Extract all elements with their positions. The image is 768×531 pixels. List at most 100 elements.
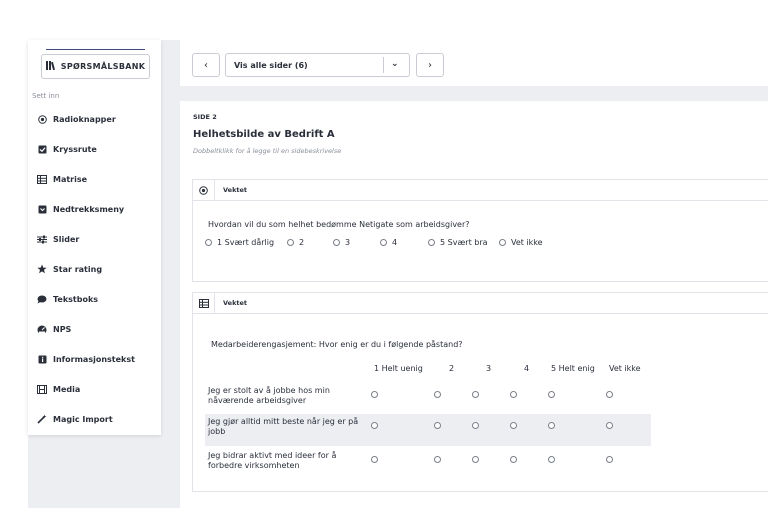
radio-button[interactable] [434, 422, 441, 429]
radio-button[interactable] [472, 391, 479, 398]
sidebar-item-kryssrute[interactable]: Kryssrute [37, 144, 97, 154]
checkbox-icon [37, 144, 47, 154]
slider-icon [37, 234, 47, 244]
radio-icon [193, 180, 215, 200]
option-2[interactable]: 2 [287, 238, 304, 247]
matrix-row-label: Jeg er stolt av å jobbe hos min nåværend… [208, 386, 330, 405]
page-number-label: SIDE 2 [193, 113, 217, 121]
matrix-column-header: 1 Helt uenig [374, 364, 423, 373]
radio-button[interactable] [606, 422, 613, 429]
sidebar-item-matrise[interactable]: Matrise [37, 174, 87, 184]
matrix-column-header: 3 [486, 364, 492, 373]
page-select[interactable]: Vis alle sider (6) ⌄ [225, 53, 410, 77]
option-5-svaert-bra[interactable]: 5 Svært bra [428, 238, 488, 247]
sidebar-item-label: Magic Import [53, 414, 113, 424]
matrix-icon [193, 293, 215, 313]
gauge-icon [37, 324, 47, 334]
radio-button[interactable] [434, 456, 441, 463]
radio-button[interactable] [333, 239, 340, 246]
survey-page: SIDE 2 Helhetsbilde av Bedrift A Dobbelt… [180, 101, 768, 508]
sidebar-item-label: NPS [53, 324, 72, 334]
radio-button[interactable] [510, 422, 517, 429]
question-bank-button[interactable]: SPØRSMÅLSBANK [41, 49, 150, 79]
next-page-button[interactable]: › [416, 53, 444, 77]
question-type-label: Vektet [223, 186, 248, 194]
chevron-right-icon: › [428, 59, 432, 71]
radio-button[interactable] [606, 456, 613, 463]
insert-section-label: Sett inn [32, 92, 60, 100]
option-label: 4 [392, 238, 398, 247]
radio-button[interactable] [510, 391, 517, 398]
radio-button[interactable] [472, 456, 479, 463]
film-icon [37, 384, 47, 394]
radio-button[interactable] [548, 456, 555, 463]
dropdown-icon [37, 204, 47, 214]
active-indicator [46, 49, 145, 50]
sidebar-item-star-rating[interactable]: Star rating [37, 264, 102, 274]
page-select-value: Vis alle sider (6) [234, 60, 308, 70]
radio-button[interactable] [371, 456, 378, 463]
select-divider [383, 57, 384, 73]
question-block-matrix[interactable]: Vektet Medarbeiderengasjement: Hvor enig… [192, 292, 768, 492]
radio-button[interactable] [380, 239, 387, 246]
info-icon [37, 354, 47, 364]
option-label: 3 [345, 238, 351, 247]
sidebar-item-label: Star rating [53, 264, 103, 274]
sidebar-item-label: Nedtrekksmeny [53, 204, 125, 214]
page-title[interactable]: Helhetsbilde av Bedrift A [193, 129, 335, 140]
star-icon [37, 264, 47, 274]
chevron-left-icon: ‹ [204, 59, 208, 71]
matrix-row: Jeg bidrar aktivt med ideer for å forbed… [205, 448, 651, 480]
radio-button[interactable] [472, 422, 479, 429]
library-icon [45, 61, 56, 72]
sidebar-item-radioknapper[interactable]: Radioknapper [37, 114, 116, 124]
matrix-row-label: Jeg bidrar aktivt med ideer for å forbed… [208, 451, 337, 470]
radio-button[interactable] [287, 239, 294, 246]
sidebar-item-informasjonstekst[interactable]: Informasjonstekst [37, 354, 135, 364]
radio-button[interactable] [548, 422, 555, 429]
option-3[interactable]: 3 [333, 238, 350, 247]
question-bank-label: SPØRSMÅLSBANK [60, 62, 146, 71]
radio-button[interactable] [510, 456, 517, 463]
matrix-row: Jeg gjør alltid mitt beste når jeg er på… [205, 414, 651, 446]
radio-button[interactable] [205, 239, 212, 246]
question-header: Vektet [193, 180, 768, 201]
chat-icon [37, 294, 47, 304]
sidebar-item-label: Kryssrute [53, 144, 97, 154]
question-block-radio[interactable]: Vektet Hvordan vil du som helhet bedømme… [192, 179, 768, 282]
sidebar-item-tekstboks[interactable]: Tekstboks [37, 294, 98, 304]
matrix-column-header: 5 Helt enig [551, 364, 595, 373]
option-label: 2 [299, 238, 305, 247]
matrix-column-header: 4 [524, 364, 530, 373]
sidebar-item-slider[interactable]: Slider [37, 234, 79, 244]
page-description-placeholder[interactable]: Dobbeltklikk for å legge til en sidebesk… [193, 147, 341, 155]
sidebar-item-magic-import[interactable]: Magic Import [37, 414, 113, 424]
prev-page-button[interactable]: ‹ [192, 53, 220, 77]
option-4[interactable]: 4 [380, 238, 397, 247]
sidebar-item-media[interactable]: Media [37, 384, 80, 394]
radio-button[interactable] [428, 239, 435, 246]
magic-wand-icon [37, 414, 47, 424]
sidebar-item-label: Informasjonstekst [53, 354, 135, 364]
sidebar-item-nedtrekksmeny[interactable]: Nedtrekksmeny [37, 204, 124, 214]
option-1-svaert-darlig[interactable]: 1 Svært dårlig [205, 238, 274, 247]
option-label: Vet ikke [511, 238, 543, 247]
page-navigation: ‹ Vis alle sider (6) ⌄ › [180, 40, 768, 86]
question-text[interactable]: Medarbeiderengasjement: Hvor enig er du … [211, 340, 463, 349]
radio-button[interactable] [371, 391, 378, 398]
sidebar-item-label: Media [53, 384, 81, 394]
matrix-icon [37, 174, 47, 184]
sidebar-item-nps[interactable]: NPS [37, 324, 71, 334]
question-text[interactable]: Hvordan vil du som helhet bedømme Netiga… [208, 220, 470, 229]
radio-button[interactable] [548, 391, 555, 398]
radio-button[interactable] [371, 422, 378, 429]
matrix-row: Jeg er stolt av å jobbe hos min nåværend… [205, 383, 651, 415]
sidebar-item-label: Matrise [53, 174, 88, 184]
sidebar-item-label: Radioknapper [53, 114, 116, 124]
option-vet-ikke[interactable]: Vet ikke [499, 238, 543, 247]
question-type-label: Vektet [223, 299, 248, 307]
radio-button[interactable] [606, 391, 613, 398]
radio-button[interactable] [434, 391, 441, 398]
radio-button[interactable] [499, 239, 506, 246]
option-label: 1 Svært dårlig [217, 238, 275, 247]
